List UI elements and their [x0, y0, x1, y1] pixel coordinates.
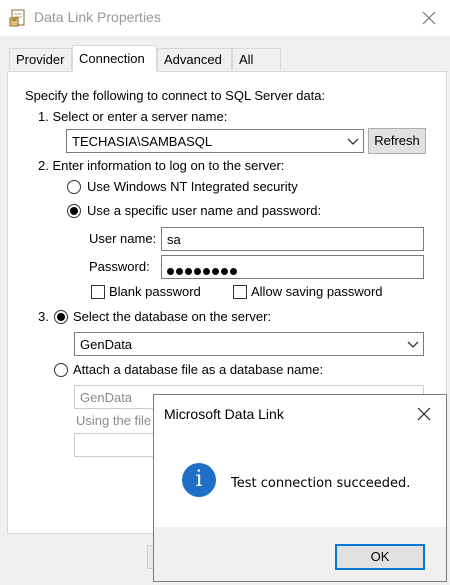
- step3-number: 3.: [38, 309, 49, 324]
- radio-select-database[interactable]: [54, 310, 68, 324]
- attach-name-value: GenData: [80, 390, 133, 405]
- password-dot: [230, 268, 237, 275]
- radio-specific-user[interactable]: [67, 204, 81, 218]
- password-dot: [203, 268, 210, 275]
- close-icon[interactable]: [416, 406, 432, 422]
- server-name-value: TECHASIA\SAMBASQL: [72, 134, 213, 149]
- server-name-combobox[interactable]: TECHASIA\SAMBASQL: [66, 129, 364, 153]
- refresh-button[interactable]: Refresh: [368, 128, 426, 154]
- tab-label: Advanced: [164, 52, 222, 67]
- step1-label: 1. Select or enter a server name:: [38, 109, 228, 124]
- ok-button-label: OK: [370, 549, 390, 564]
- step2-label: 2. Enter information to log on to the se…: [38, 158, 285, 173]
- username-label: User name:: [89, 231, 157, 246]
- radio-attach-database[interactable]: [54, 363, 68, 377]
- radio-nt-security[interactable]: [67, 180, 81, 194]
- tab-label: All: [239, 52, 254, 67]
- using-file-label: Using the file: [76, 413, 152, 428]
- close-icon[interactable]: [419, 8, 439, 28]
- database-value: GenData: [80, 337, 133, 352]
- tab-provider[interactable]: Provider: [9, 48, 72, 70]
- blank-password-label[interactable]: Blank password: [109, 284, 201, 299]
- password-label: Password:: [89, 259, 150, 274]
- radio-select-database-label[interactable]: Select the database on the server:: [73, 309, 271, 324]
- tab-label: Connection: [79, 51, 145, 66]
- tab-all[interactable]: All: [232, 48, 281, 70]
- username-input[interactable]: sa: [161, 227, 424, 251]
- ok-button[interactable]: OK: [335, 544, 425, 570]
- title-bar: Data Link Properties: [0, 0, 450, 36]
- password-dot: [176, 268, 183, 275]
- blank-password-checkbox[interactable]: [91, 285, 105, 299]
- username-value: sa: [167, 232, 181, 247]
- intro-text: Specify the following to connect to SQL …: [25, 88, 326, 103]
- data-link-icon: [9, 9, 25, 27]
- password-dot: [185, 268, 192, 275]
- message-box-title: Microsoft Data Link: [164, 406, 284, 422]
- file-path-input[interactable]: [74, 433, 164, 457]
- password-mask: [167, 263, 239, 278]
- radio-nt-security-label[interactable]: Use Windows NT Integrated security: [87, 179, 298, 194]
- message-text: Test connection succeeded.: [231, 476, 411, 491]
- password-input[interactable]: [161, 255, 424, 279]
- password-dot: [194, 268, 201, 275]
- password-dot: [221, 268, 228, 275]
- window-title: Data Link Properties: [34, 9, 161, 25]
- chevron-down-icon[interactable]: [407, 338, 419, 350]
- radio-specific-user-label[interactable]: Use a specific user name and password:: [87, 203, 321, 218]
- tab-connection[interactable]: Connection: [72, 45, 157, 72]
- password-dot: [212, 268, 219, 275]
- radio-attach-database-label[interactable]: Attach a database file as a database nam…: [73, 362, 323, 377]
- database-combobox[interactable]: GenData: [74, 332, 424, 356]
- tab-label: Provider: [16, 52, 65, 67]
- allow-saving-password-label[interactable]: Allow saving password: [251, 284, 383, 299]
- password-dot: [167, 268, 174, 275]
- tab-advanced[interactable]: Advanced: [157, 48, 232, 70]
- chevron-down-icon[interactable]: [347, 135, 359, 147]
- allow-saving-password-checkbox[interactable]: [233, 285, 247, 299]
- refresh-button-label: Refresh: [374, 133, 420, 148]
- info-icon: i: [182, 463, 216, 497]
- message-box: Microsoft Data Link i Test connection su…: [153, 394, 447, 582]
